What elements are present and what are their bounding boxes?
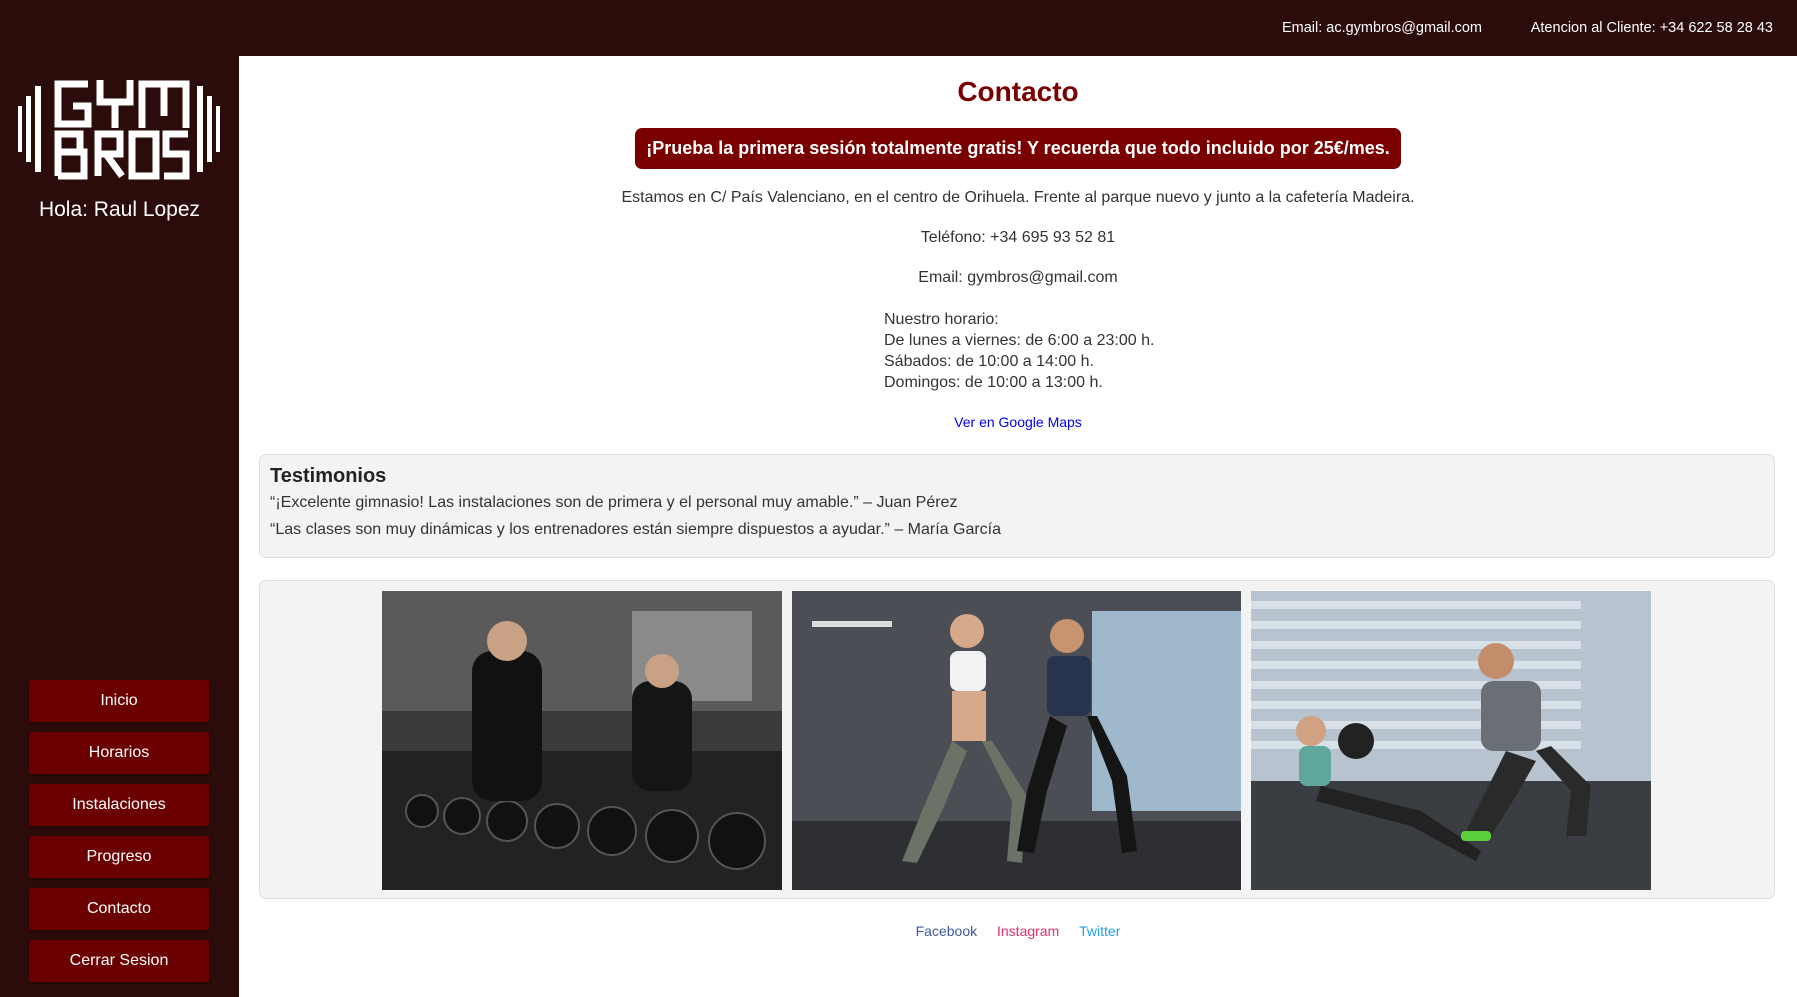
hours-saturday: Sábados: de 10:00 a 14:00 h. bbox=[884, 353, 1094, 370]
gym-bros-logo bbox=[18, 76, 220, 182]
gallery-photo-lunges bbox=[792, 591, 1241, 890]
contact-email: Email: ac.gymbros@gmail.com bbox=[1281, 20, 1482, 36]
hours-weekdays: De lunes a viernes: de 6:00 a 23:00 h. bbox=[884, 332, 1155, 349]
nav-contacto-button[interactable]: Contacto bbox=[29, 888, 209, 930]
sidebar: Hola: Raul Lopez Inicio Horarios Instala… bbox=[0, 56, 239, 997]
nav-inicio-button[interactable]: Inicio bbox=[29, 680, 209, 722]
promo-banner: ¡Prueba la primera sesión totalmente gra… bbox=[635, 128, 1401, 169]
user-greeting: Hola: Raul Lopez bbox=[38, 198, 201, 221]
customer-service-phone: Atencion al Cliente: +34 622 58 28 43 bbox=[1530, 20, 1773, 36]
twitter-link[interactable]: Twitter bbox=[1079, 923, 1120, 939]
gallery-photo-dumbbells bbox=[382, 591, 782, 890]
page-title: Contacto bbox=[957, 76, 1079, 107]
sidebar-nav: Inicio Horarios Instalaciones Progreso C… bbox=[29, 680, 209, 992]
logout-button[interactable]: Cerrar Sesion bbox=[29, 940, 209, 982]
instagram-link[interactable]: Instagram bbox=[997, 923, 1059, 939]
facebook-link[interactable]: Facebook bbox=[916, 923, 977, 939]
testimonial-item: “Las clases son muy dinámicas y los entr… bbox=[270, 521, 1002, 538]
nav-horarios-button[interactable]: Horarios bbox=[29, 732, 209, 774]
main-content: Contacto ¡Prueba la primera sesión total… bbox=[239, 56, 1797, 997]
gallery-photo-medicine-ball bbox=[1251, 591, 1651, 890]
google-maps-link[interactable]: Ver en Google Maps bbox=[239, 414, 1797, 430]
hours-sunday: Domingos: de 10:00 a 13:00 h. bbox=[884, 374, 1103, 391]
nav-instalaciones-button[interactable]: Instalaciones bbox=[29, 784, 209, 826]
email-text: Email: gymbros@gmail.com bbox=[918, 269, 1118, 286]
hours-heading: Nuestro horario: bbox=[884, 311, 999, 328]
address-text: Estamos en C/ País Valenciano, en el cen… bbox=[621, 189, 1415, 206]
testimonials-title: Testimonios bbox=[270, 465, 387, 487]
phone-text: Teléfono: +34 695 93 52 81 bbox=[920, 229, 1116, 246]
testimonial-item: “¡Excelente gimnasio! Las instalaciones … bbox=[270, 494, 958, 511]
testimonials-section: Testimonios “¡Excelente gimnasio! Las in… bbox=[259, 454, 1775, 558]
social-links: Facebook Instagram Twitter bbox=[239, 923, 1797, 939]
opening-hours: Nuestro horario: De lunes a viernes: de … bbox=[884, 309, 1154, 393]
google-maps-link-text[interactable]: Ver en Google Maps bbox=[954, 414, 1082, 430]
top-bar: Email: ac.gymbros@gmail.com Atencion al … bbox=[0, 0, 1797, 56]
nav-progreso-button[interactable]: Progreso bbox=[29, 836, 209, 878]
photo-gallery bbox=[259, 580, 1775, 899]
